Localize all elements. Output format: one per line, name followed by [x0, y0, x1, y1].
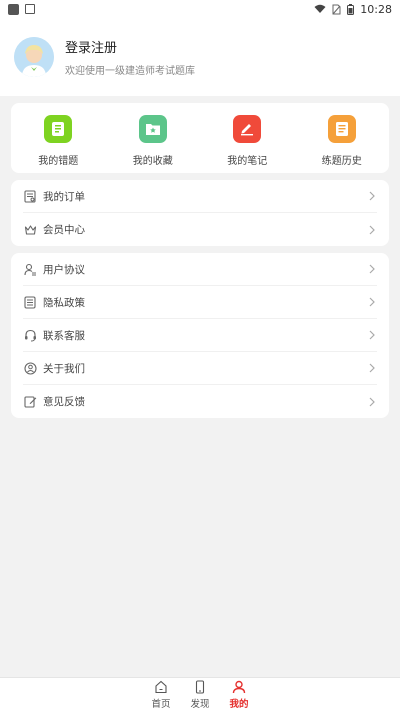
chevron-right-icon	[367, 297, 377, 307]
menu-item-label: 隐私政策	[43, 296, 85, 309]
menu-item-privacy[interactable]: 隐私政策	[23, 286, 377, 319]
nav-tab-discover[interactable]: 发现	[190, 679, 210, 710]
quick-item-favorites[interactable]: 我的收藏	[106, 103, 201, 173]
chevron-right-icon	[367, 191, 377, 201]
screen: 10:28 登录注册 欢迎使用一级建造师考试题库 我的错题 我的收藏 我的笔记 …	[0, 0, 400, 711]
quick-item-label: 我的错题	[38, 156, 79, 167]
status-time: 10:28	[360, 2, 392, 16]
menu-item-about-us[interactable]: 关于我们	[23, 352, 377, 385]
menu-item-label: 关于我们	[43, 362, 85, 375]
nav-tab-label: 我的	[229, 698, 249, 710]
nav-tab-mine[interactable]: 我的	[230, 680, 249, 710]
error-notebook-icon	[44, 115, 73, 143]
quick-item-label: 我的收藏	[132, 156, 173, 167]
menu-item-customer-service[interactable]: 联系客服	[23, 319, 377, 352]
order-icon	[23, 189, 37, 203]
chevron-right-icon	[367, 330, 377, 340]
feedback-edit-icon	[23, 395, 37, 409]
menu-item-label: 联系客服	[43, 329, 85, 342]
gallery-notification-icon	[25, 4, 35, 14]
battery-icon	[347, 3, 355, 15]
phone-icon	[195, 679, 205, 694]
welcome-text: 欢迎使用一级建造师考试题库	[65, 66, 195, 77]
chevron-right-icon	[367, 363, 377, 373]
no-sim-icon	[332, 4, 341, 14]
quick-item-history[interactable]: 练题历史	[295, 103, 390, 173]
headset-icon	[23, 328, 37, 342]
about-user-icon	[23, 361, 37, 375]
bottom-nav: 首页 发现 我的	[0, 677, 400, 711]
person-icon	[232, 680, 246, 693]
profile-header[interactable]: 登录注册 欢迎使用一级建造师考试题库	[0, 18, 400, 96]
menu-item-label: 意见反馈	[43, 396, 85, 408]
quick-item-wrong-questions[interactable]: 我的错题	[11, 103, 106, 173]
settings-card: 用户协议 隐私政策 联系客服 关于我们 意见反馈	[11, 253, 389, 418]
quick-actions-card: 我的错题 我的收藏 我的笔记 练题历史	[11, 103, 389, 173]
nav-tab-label: 发现	[190, 698, 210, 710]
avatar-illustration-icon	[14, 37, 54, 77]
wifi-icon	[314, 4, 326, 13]
crown-icon	[23, 223, 37, 237]
quick-item-label: 练题历史	[321, 156, 362, 167]
status-bar: 10:28	[0, 0, 400, 18]
menu-item-label: 我的订单	[43, 190, 85, 203]
history-doc-icon	[327, 115, 356, 143]
privacy-list-icon	[23, 295, 37, 309]
favorites-folder-icon	[138, 115, 167, 143]
chevron-right-icon	[367, 264, 377, 274]
orders-card: 我的订单 会员中心	[11, 180, 389, 246]
menu-item-orders[interactable]: 我的订单	[23, 180, 377, 213]
menu-item-label: 用户协议	[43, 263, 85, 276]
chevron-right-icon	[367, 225, 377, 235]
menu-item-label: 会员中心	[43, 224, 85, 236]
quick-item-label: 我的笔记	[227, 156, 268, 167]
quick-item-notes[interactable]: 我的笔记	[200, 103, 295, 173]
nav-tab-home[interactable]: 首页	[151, 680, 170, 710]
note-pen-icon	[233, 115, 262, 143]
menu-item-user-agreement[interactable]: 用户协议	[23, 253, 377, 286]
menu-item-feedback[interactable]: 意见反馈	[23, 385, 377, 418]
user-agreement-icon	[23, 262, 37, 276]
app-notification-icon	[8, 3, 19, 15]
login-register-link[interactable]: 登录注册	[65, 37, 195, 56]
nav-tab-label: 首页	[151, 698, 171, 710]
avatar[interactable]	[14, 37, 54, 77]
menu-item-membership[interactable]: 会员中心	[23, 213, 377, 246]
chevron-right-icon	[367, 397, 377, 407]
home-icon	[155, 680, 167, 693]
